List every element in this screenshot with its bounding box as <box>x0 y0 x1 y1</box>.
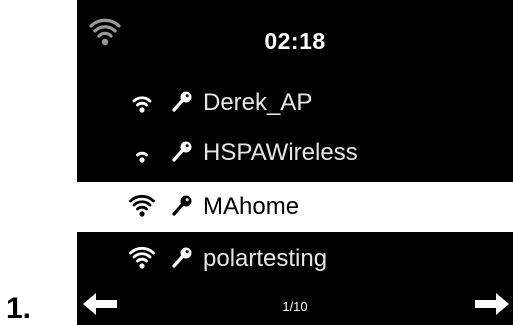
network-item-hspawireless[interactable]: HSPAWireless <box>77 128 513 178</box>
page-indicator: 1/10 <box>282 299 308 314</box>
wifi-signal-icon <box>129 194 155 218</box>
status-bar: 02:18 <box>77 0 513 78</box>
key-icon <box>171 194 193 218</box>
footer-nav: 1/10 <box>77 282 513 325</box>
network-item-derek-ap[interactable]: Derek_AP <box>77 78 513 128</box>
device-screen: 02:18 Derek_AP HSPAWireless MAhome polar… <box>77 0 513 325</box>
step-number: 1. <box>6 292 32 325</box>
network-ssid: MAhome <box>203 193 300 220</box>
network-ssid: polartesting <box>203 245 328 272</box>
clock: 02:18 <box>264 28 326 54</box>
key-icon <box>171 140 193 164</box>
wifi-signal-icon <box>129 90 155 114</box>
arrow-right-icon[interactable] <box>473 292 509 316</box>
network-item-polartesting[interactable]: polartesting <box>77 234 513 284</box>
network-item-mahome[interactable]: MAhome <box>77 182 513 232</box>
key-icon <box>171 90 193 114</box>
network-ssid: Derek_AP <box>203 89 313 116</box>
key-icon <box>171 246 193 270</box>
wifi-signal-icon <box>129 246 155 270</box>
wifi-signal-icon <box>129 140 155 164</box>
network-ssid: HSPAWireless <box>203 139 358 166</box>
